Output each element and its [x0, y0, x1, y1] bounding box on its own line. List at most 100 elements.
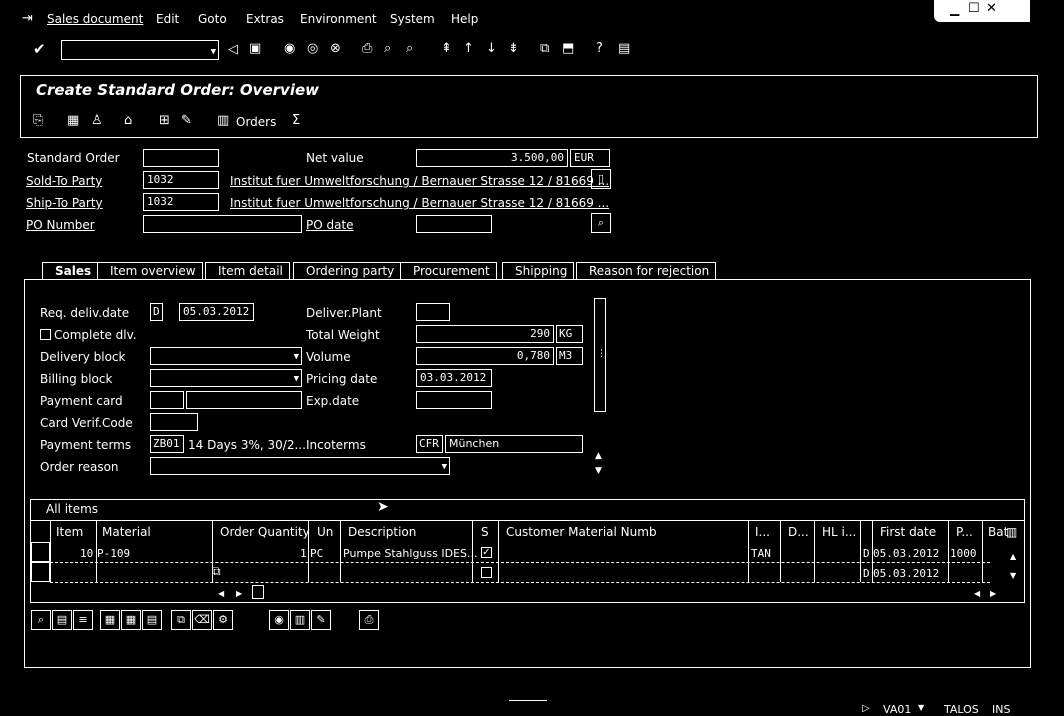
document-icon[interactable]: ▯: [591, 169, 611, 189]
help-icon[interactable]: ?: [596, 42, 603, 56]
chevron-down-icon[interactable]: ▼: [294, 349, 299, 364]
header-details-icon[interactable]: ▦: [67, 114, 79, 128]
material-search-icon[interactable]: ⧉: [212, 564, 221, 578]
orders-icon[interactable]: ▥: [217, 114, 229, 128]
chevron-down-icon[interactable]: ▼: [442, 459, 447, 474]
col-header-item-category[interactable]: I...: [755, 525, 770, 539]
req-deliv-date-field[interactable]: 05.03.2012: [179, 303, 254, 321]
cell-description[interactable]: Pumpe Stahlguss IDES...: [343, 547, 478, 560]
tab-shipping[interactable]: Shipping: [502, 262, 575, 279]
col-header-d[interactable]: D...: [788, 525, 809, 539]
save-icon[interactable]: ▣: [249, 42, 261, 56]
sum-icon[interactable]: Σ: [292, 114, 300, 128]
first-page-icon[interactable]: ⇞: [441, 42, 452, 56]
col-header-order-quantity[interactable]: Order Quantity: [220, 525, 310, 539]
status-dropdown-icon[interactable]: ▼: [918, 701, 924, 715]
back-icon[interactable]: ◉: [284, 42, 295, 56]
scroll-up-icon[interactable]: ▲: [595, 449, 602, 463]
find-next-icon[interactable]: ⌕: [406, 42, 413, 56]
print-icon[interactable]: ⎙: [362, 42, 372, 56]
menu-environment[interactable]: Environment: [300, 12, 377, 26]
item-lines-icon[interactable]: ≡: [73, 610, 93, 630]
deliver-plant-field[interactable]: [416, 303, 450, 321]
po-date-field[interactable]: [416, 215, 492, 233]
order-reason-select[interactable]: ▼: [150, 457, 450, 475]
display-doc-icon[interactable]: ⎘: [33, 114, 43, 128]
payment-card-type-field[interactable]: [150, 391, 184, 409]
sap-menu-icon[interactable]: ⇥: [22, 12, 33, 26]
tab-sales[interactable]: Sales: [42, 262, 99, 279]
select-all-icon[interactable]: ▦: [100, 610, 120, 630]
payment-card-number-field[interactable]: [186, 391, 302, 409]
configure-icon[interactable]: ⚙: [213, 610, 233, 630]
cell-unit[interactable]: PC: [310, 547, 323, 560]
incoterms-code-field[interactable]: CFR: [416, 435, 443, 453]
copy-icon[interactable]: ⧉: [171, 610, 191, 630]
command-field[interactable]: ▼: [61, 40, 219, 60]
command-dropdown-icon[interactable]: ▼: [211, 44, 216, 59]
menu-sales-document[interactable]: Sales document: [47, 12, 143, 26]
cell-plant[interactable]: 1000: [950, 547, 977, 560]
table-scroll-down-icon[interactable]: ▼: [1010, 569, 1016, 583]
table-scroll-up-icon[interactable]: ▲: [1010, 550, 1016, 564]
prev-page-icon[interactable]: ↑: [463, 42, 474, 56]
next-page-icon[interactable]: ↓: [486, 42, 497, 56]
tab-reason-for-rejection[interactable]: Reason for rejection: [576, 262, 717, 279]
menu-system[interactable]: System: [390, 12, 435, 26]
item-details-icon[interactable]: ⌕: [31, 610, 51, 630]
cell-first-date[interactable]: 05.03.2012: [873, 547, 939, 560]
item-edit-icon[interactable]: ✎: [311, 610, 331, 630]
cell-item-category[interactable]: TAN: [751, 547, 771, 560]
chevron-down-icon[interactable]: ▼: [294, 371, 299, 386]
pricing-icon[interactable]: ⊞: [159, 114, 170, 128]
row-checkbox[interactable]: [481, 567, 492, 578]
new-session-icon[interactable]: ⧉: [540, 42, 549, 56]
tab-item-detail[interactable]: Item detail: [205, 262, 290, 279]
availability-icon[interactable]: ⌂: [124, 114, 132, 128]
cell-material[interactable]: P-109: [97, 547, 130, 560]
col-header-first-date[interactable]: First date: [880, 525, 936, 539]
orders-button[interactable]: Orders: [236, 115, 276, 129]
payment-terms-field[interactable]: ZB01: [150, 435, 184, 453]
col-header-plant[interactable]: P...: [956, 525, 973, 539]
layout-icon[interactable]: ▤: [618, 42, 630, 56]
col-header-unit[interactable]: Un: [317, 525, 333, 539]
business-data-icon[interactable]: ♙: [91, 114, 103, 128]
menu-edit[interactable]: Edit: [156, 12, 179, 26]
exp-date-field[interactable]: [416, 391, 492, 409]
po-number-label[interactable]: PO Number: [26, 218, 95, 232]
pricing-date-field[interactable]: 03.03.2012: [416, 369, 492, 387]
print-preview-icon[interactable]: ⎙: [359, 610, 379, 630]
col-header-material[interactable]: Material: [102, 525, 151, 539]
tab-item-overview[interactable]: Item overview: [97, 262, 203, 279]
tab-procurement[interactable]: Procurement: [400, 262, 497, 279]
scroll-right-icon[interactable]: ▶: [990, 587, 996, 601]
ship-to-label[interactable]: Ship-To Party: [26, 196, 103, 210]
enter-icon[interactable]: ✔: [33, 42, 46, 57]
ship-to-field[interactable]: 1032: [143, 193, 219, 211]
delete-item-icon[interactable]: ⌫: [192, 610, 212, 630]
form-scrollbar[interactable]: ⋮: [594, 298, 606, 412]
col-header-customer-material[interactable]: Customer Material Numb: [506, 525, 657, 539]
minimize-icon[interactable]: ▁: [950, 2, 959, 16]
status-expand-icon[interactable]: ▷: [862, 702, 870, 716]
select-block-icon[interactable]: ▦: [121, 610, 141, 630]
row-selector[interactable]: [31, 542, 50, 562]
menu-goto[interactable]: Goto: [198, 12, 227, 26]
row-checkbox[interactable]: ✓: [481, 547, 492, 558]
scroll-down-icon[interactable]: ▼: [595, 464, 602, 478]
complete-dlv-checkbox[interactable]: [40, 329, 51, 340]
schedule-lines-icon[interactable]: ▥: [290, 610, 310, 630]
cell-qty[interactable]: 1: [300, 547, 307, 560]
cancel-icon[interactable]: ⊗: [330, 42, 341, 56]
sold-to-field[interactable]: 1032: [143, 171, 219, 189]
sold-to-address[interactable]: Institut fuer Umweltforschung / Bernauer…: [230, 174, 609, 188]
horizontal-scroll-thumb[interactable]: [252, 585, 264, 599]
item-list-icon[interactable]: ▤: [52, 610, 72, 630]
table-settings-icon[interactable]: ▥: [1006, 525, 1017, 539]
close-icon[interactable]: ✕: [986, 1, 997, 16]
ship-to-address[interactable]: Institut fuer Umweltforschung / Bernauer…: [230, 196, 609, 210]
col-header-hl-item[interactable]: HL i...: [822, 525, 856, 539]
edit-icon[interactable]: ✎: [181, 114, 192, 128]
scroll-left-icon[interactable]: ◀: [974, 587, 980, 601]
